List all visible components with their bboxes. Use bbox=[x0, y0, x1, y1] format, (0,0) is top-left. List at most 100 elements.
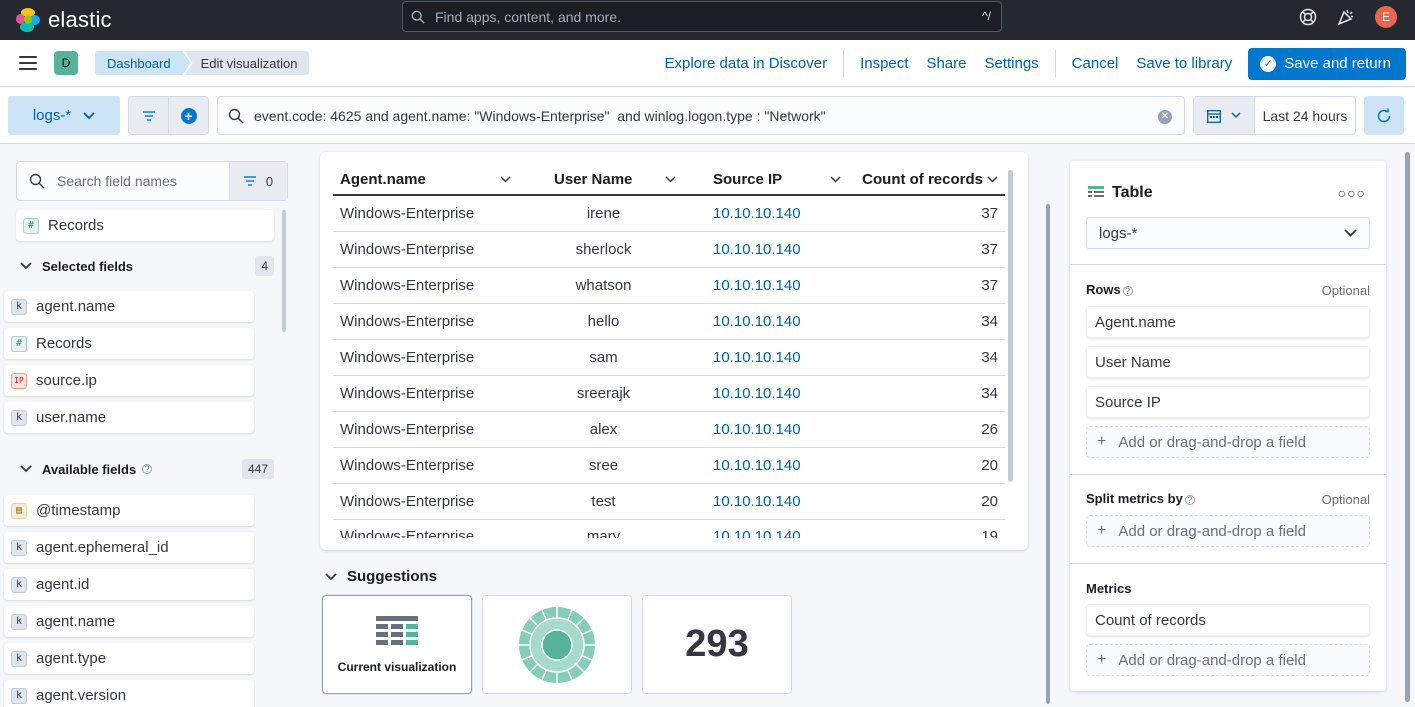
date-range-label[interactable]: Last 24 hours bbox=[1255, 97, 1355, 134]
field-timestamp[interactable]: ▤ @timestamp bbox=[4, 495, 254, 526]
inspect-link[interactable]: Inspect bbox=[860, 55, 908, 72]
ip-type-icon: IP bbox=[11, 372, 27, 389]
cell-count: 37 bbox=[981, 241, 998, 258]
suggestion-metric[interactable]: 293 bbox=[642, 595, 792, 694]
column-header-user-name[interactable]: User Name bbox=[521, 171, 686, 188]
kql-query-input[interactable]: event.code: 4625 and agent.name: "Window… bbox=[217, 96, 1185, 135]
field-user-name[interactable]: k user.name bbox=[4, 402, 254, 433]
field-agent-id[interactable]: k agent.id bbox=[4, 569, 254, 600]
cell-source-ip[interactable]: 10.10.10.140 bbox=[686, 205, 851, 222]
divider bbox=[843, 50, 845, 77]
workspace-scrollbar[interactable] bbox=[1046, 204, 1050, 704]
space-avatar[interactable]: D bbox=[54, 51, 78, 75]
user-avatar[interactable]: E bbox=[1375, 6, 1397, 28]
row-dimension-source-ip[interactable]: Source IP bbox=[1086, 386, 1370, 418]
chevron-down-icon bbox=[987, 175, 998, 183]
cell-count: 20 bbox=[981, 493, 998, 510]
cell-agent-name: Windows-Enterprise bbox=[340, 277, 475, 294]
filter-controls: + bbox=[128, 96, 209, 135]
metric-count-of-records[interactable]: Count of records bbox=[1086, 604, 1370, 636]
field-agent-version[interactable]: k agent.version bbox=[4, 680, 254, 707]
search-icon bbox=[29, 173, 45, 189]
field-agent-type[interactable]: k agent.type bbox=[4, 643, 254, 674]
rows-optional: Optional bbox=[1321, 283, 1370, 298]
field-agent-name[interactable]: k agent.name bbox=[4, 606, 254, 637]
chevron-down-icon bbox=[500, 175, 511, 183]
split-metrics-label: Split metrics by? bbox=[1086, 491, 1195, 506]
filter-menu-button[interactable] bbox=[129, 97, 168, 134]
suggestion-donut[interactable] bbox=[482, 595, 632, 694]
table-row: Windows-Enterprise sherlock 10.10.10.140 37 bbox=[333, 232, 1005, 268]
data-view-picker[interactable]: logs-* bbox=[8, 96, 120, 135]
search-shortcut: ^/ bbox=[982, 9, 991, 23]
layer-data-view-select[interactable]: logs-* bbox=[1086, 217, 1370, 249]
metrics-label: Metrics bbox=[1086, 581, 1132, 596]
field-source-ip[interactable]: IP source.ip bbox=[4, 365, 254, 396]
suggestions-title: Suggestions bbox=[347, 568, 438, 585]
help-icon[interactable]: ? bbox=[1122, 286, 1133, 296]
field-agent-name[interactable]: k agent.name bbox=[4, 291, 254, 322]
help-icon[interactable]: ? bbox=[1184, 495, 1195, 505]
add-split-field-button[interactable]: + Add or drag-and-drop a field bbox=[1086, 515, 1370, 547]
search-icon bbox=[411, 10, 425, 24]
field-agent-ephemeral-id[interactable]: k agent.ephemeral_id bbox=[4, 532, 254, 563]
refresh-button[interactable] bbox=[1364, 96, 1404, 135]
cell-count: 20 bbox=[981, 457, 998, 474]
cell-source-ip[interactable]: 10.10.10.140 bbox=[686, 421, 851, 438]
vis-type-selector[interactable]: Table bbox=[1088, 184, 1153, 202]
cell-source-ip[interactable]: 10.10.10.140 bbox=[686, 241, 851, 258]
row-dimension-agent-name[interactable]: Agent.name bbox=[1086, 306, 1370, 338]
add-metric-field-button[interactable]: + Add or drag-and-drop a field bbox=[1086, 644, 1370, 676]
suggestions-header[interactable]: Suggestions bbox=[325, 568, 437, 585]
chevron-down-icon bbox=[20, 465, 32, 473]
field-records[interactable]: # Records bbox=[16, 210, 274, 241]
column-header-source-ip[interactable]: Source IP bbox=[686, 171, 851, 188]
table-row: Windows-Enterprise test 10.10.10.140 20 bbox=[333, 484, 1005, 520]
available-fields-header[interactable]: Available fields ? 447 bbox=[20, 459, 274, 479]
selected-fields-count: 4 bbox=[255, 256, 274, 276]
query-text: event.code: 4625 and agent.name: "Window… bbox=[254, 107, 826, 124]
cell-count: 34 bbox=[981, 349, 998, 366]
calendar-icon bbox=[1207, 109, 1221, 123]
cell-source-ip[interactable]: 10.10.10.140 bbox=[686, 349, 851, 366]
column-header-agent-name[interactable]: Agent.name bbox=[333, 171, 521, 188]
row-dimension-user-name[interactable]: User Name bbox=[1086, 346, 1370, 378]
cell-source-ip[interactable]: 10.10.10.140 bbox=[686, 277, 851, 294]
data-table: Agent.name User Name Source IP Count of … bbox=[333, 164, 1005, 538]
help-icon[interactable] bbox=[1299, 8, 1317, 26]
cell-source-ip[interactable]: 10.10.10.140 bbox=[686, 457, 851, 474]
share-link[interactable]: Share bbox=[926, 55, 966, 72]
global-search-input[interactable]: Find apps, content, and more. ^/ bbox=[402, 1, 1002, 32]
more-actions-icon[interactable]: ○○○ bbox=[1338, 185, 1366, 201]
quick-select-button[interactable] bbox=[1194, 97, 1255, 134]
suggestion-current[interactable]: Current visualization bbox=[322, 595, 472, 694]
page-scrollbar[interactable] bbox=[1405, 152, 1410, 702]
add-row-field-button[interactable]: + Add or drag-and-drop a field bbox=[1086, 426, 1370, 458]
field-records[interactable]: # Records bbox=[4, 328, 254, 359]
explore-in-discover-link[interactable]: Explore data in Discover bbox=[664, 55, 827, 72]
cell-source-ip[interactable]: 10.10.10.140 bbox=[686, 385, 851, 402]
save-and-return-button[interactable]: ✓ Save and return bbox=[1248, 47, 1406, 80]
clear-icon[interactable]: ✕ bbox=[1158, 110, 1172, 124]
settings-link[interactable]: Settings bbox=[984, 55, 1038, 72]
selected-fields-header[interactable]: Selected fields 4 bbox=[20, 256, 274, 276]
breadcrumb-dashboard[interactable]: Dashboard bbox=[95, 51, 191, 75]
field-name: agent.ephemeral_id bbox=[36, 539, 169, 556]
add-filter-button[interactable]: + bbox=[168, 97, 208, 134]
brand-name: elastic bbox=[48, 7, 112, 32]
suggestion-label: Current visualization bbox=[337, 659, 457, 674]
field-search-input[interactable]: Search field names 0 bbox=[16, 161, 288, 201]
cell-source-ip[interactable]: 10.10.10.140 bbox=[686, 528, 851, 538]
save-to-library-link[interactable]: Save to library bbox=[1136, 55, 1232, 72]
menu-icon[interactable] bbox=[19, 56, 37, 70]
info-icon[interactable]: ? bbox=[142, 464, 153, 474]
cell-source-ip[interactable]: 10.10.10.140 bbox=[686, 493, 851, 510]
column-header-count[interactable]: Count of records bbox=[851, 171, 1005, 188]
field-filter-button[interactable]: 0 bbox=[229, 162, 287, 200]
sidebar-scrollbar[interactable] bbox=[282, 210, 286, 332]
elastic-logo[interactable]: elastic bbox=[16, 7, 112, 33]
table-scrollbar[interactable] bbox=[1008, 170, 1013, 482]
news-feed-icon[interactable] bbox=[1337, 8, 1355, 26]
cell-source-ip[interactable]: 10.10.10.140 bbox=[686, 313, 851, 330]
cancel-link[interactable]: Cancel bbox=[1072, 55, 1119, 72]
